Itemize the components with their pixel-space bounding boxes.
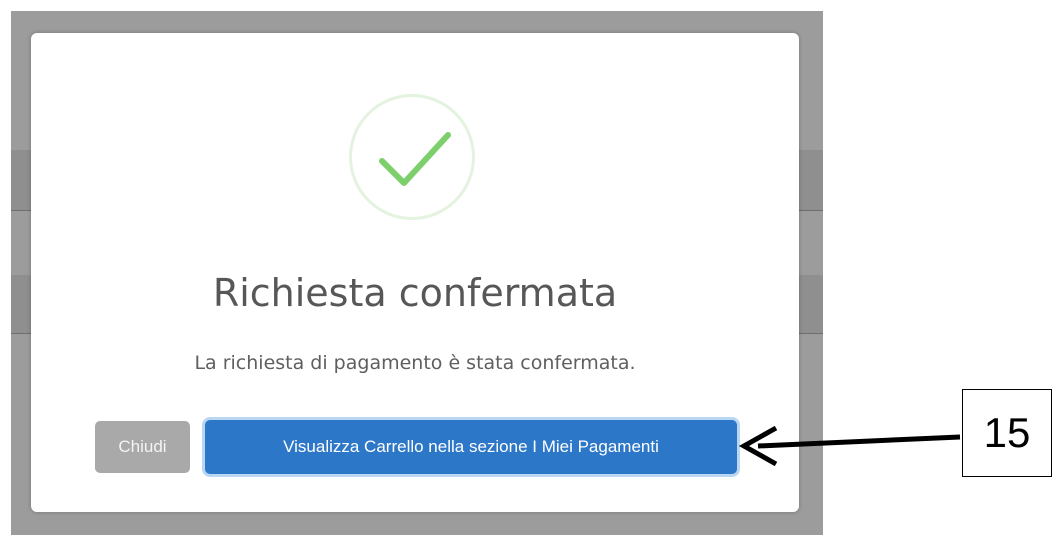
annotation-step-label: 15 [962, 389, 1052, 477]
dialog-message: La richiesta di pagamento è stata confer… [194, 352, 636, 374]
success-check-icon [349, 94, 475, 220]
view-cart-button[interactable]: Visualizza Carrello nella sezione I Miei… [205, 420, 737, 474]
dialog-title: Richiesta confermata [212, 271, 618, 315]
confirmation-dialog: Richiesta confermata La richiesta di pag… [31, 33, 799, 512]
annotation-arrow-icon [738, 425, 961, 467]
check-mark-icon [379, 132, 451, 186]
screenshot-stage: Richiesta confermata La richiesta di pag… [0, 0, 1054, 535]
close-button[interactable]: Chiudi [95, 421, 190, 473]
